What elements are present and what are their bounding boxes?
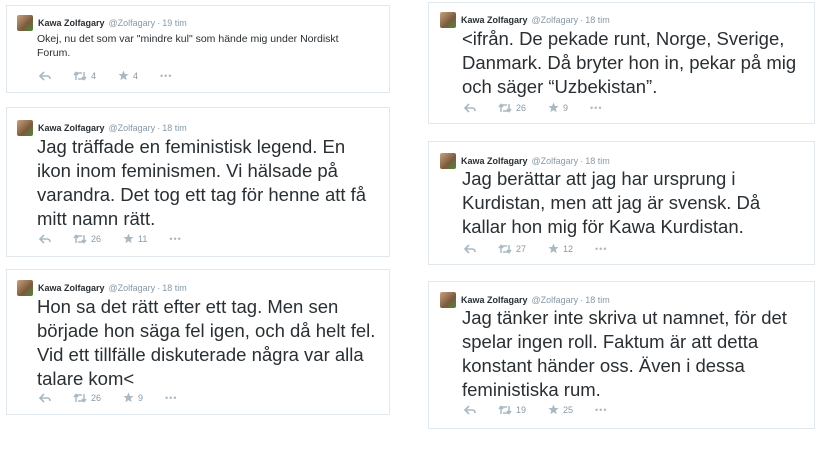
separator-dot: ·: [157, 283, 161, 293]
avatar[interactable]: [440, 153, 456, 169]
separator-dot: ·: [157, 18, 161, 28]
more-options-button[interactable]: •••: [160, 71, 172, 81]
reply-button[interactable]: [464, 243, 476, 254]
more-options-button[interactable]: •••: [169, 234, 181, 244]
author-handle[interactable]: @Zolfagary: [109, 18, 156, 28]
reply-button[interactable]: [464, 102, 476, 113]
star-icon: [123, 233, 134, 244]
author-handle[interactable]: @Zolfagary: [532, 15, 579, 25]
timestamp[interactable]: 18 tim: [162, 123, 187, 133]
separator-dot: ·: [580, 295, 584, 305]
more-options-button[interactable]: •••: [165, 393, 177, 403]
favorite-count: 12: [563, 243, 574, 254]
tweet-text: Jag berättar att jag har ursprung i Kurd…: [462, 168, 761, 237]
reply-icon: [464, 404, 476, 415]
retweet-icon: [498, 404, 512, 415]
retweet-button[interactable]: 26: [73, 234, 101, 244]
star-icon: [548, 404, 559, 415]
retweet-button[interactable]: 19: [498, 405, 526, 415]
author-name[interactable]: Kawa Zolfagary: [38, 283, 105, 293]
favorite-button[interactable]: 9: [548, 102, 568, 113]
favorite-count: 9: [563, 102, 569, 113]
favorite-count: 25: [563, 404, 574, 415]
author-handle[interactable]: @Zolfagary: [532, 295, 579, 305]
star-icon: [548, 243, 559, 254]
retweet-icon: [73, 70, 87, 81]
reply-icon: [464, 102, 476, 113]
retweet-count: 26: [91, 392, 102, 403]
author-name[interactable]: Kawa Zolfagary: [461, 156, 528, 166]
tweet-card[interactable]: Kawa Zolfagary @Zolfagary · 18 tim Hon s…: [6, 269, 390, 415]
retweet-button[interactable]: 26: [498, 103, 526, 113]
star-icon: [118, 70, 129, 81]
favorite-button[interactable]: 9: [123, 392, 143, 403]
favorite-button[interactable]: 12: [548, 243, 573, 254]
tweet-card[interactable]: Kawa Zolfagary @Zolfagary · 19 tim Okej,…: [6, 5, 390, 93]
favorite-count: 4: [133, 70, 139, 81]
star-icon: [123, 392, 134, 403]
author-name[interactable]: Kawa Zolfagary: [461, 15, 528, 25]
tweet-text: Hon sa det rätt efter ett tag. Men sen b…: [37, 296, 376, 389]
timestamp[interactable]: 18 tim: [585, 295, 610, 305]
author-handle[interactable]: @Zolfagary: [109, 123, 156, 133]
reply-icon: [39, 233, 51, 244]
tweet-text: Jag tänker inte skriva ut namnet, för de…: [462, 307, 787, 400]
favorite-count: 11: [138, 233, 148, 244]
retweet-count: 19: [516, 404, 527, 415]
retweet-icon: [73, 392, 87, 403]
retweet-button[interactable]: 4: [73, 71, 96, 81]
tweet-card[interactable]: Kawa Zolfagary @Zolfagary · 18 tim <ifrå…: [428, 2, 815, 124]
tweet-card[interactable]: Kawa Zolfagary @Zolfagary · 18 tim Jag t…: [428, 281, 815, 429]
author-name[interactable]: Kawa Zolfagary: [38, 18, 105, 28]
separator-dot: ·: [580, 15, 584, 25]
favorite-button[interactable]: 4: [118, 70, 138, 81]
favorite-button[interactable]: 25: [548, 404, 573, 415]
tweet-text: <ifrån. De pekade runt, Norge, Sverige, …: [462, 28, 797, 97]
avatar[interactable]: [440, 12, 456, 28]
avatar[interactable]: [17, 15, 33, 31]
author-handle[interactable]: @Zolfagary: [109, 283, 156, 293]
retweet-count: 26: [91, 233, 102, 244]
retweet-icon: [498, 102, 512, 113]
reply-icon: [39, 70, 51, 81]
author-name[interactable]: Kawa Zolfagary: [461, 295, 528, 305]
timestamp[interactable]: 18 tim: [162, 283, 187, 293]
retweet-count: 27: [516, 243, 527, 254]
more-options-button[interactable]: •••: [595, 405, 607, 415]
favorite-button[interactable]: 11: [123, 233, 147, 244]
favorite-count: 9: [138, 392, 144, 403]
retweet-icon: [498, 243, 512, 254]
tweet-card[interactable]: Kawa Zolfagary @Zolfagary · 18 tim Jag b…: [428, 141, 815, 265]
reply-button[interactable]: [39, 70, 51, 81]
separator-dot: ·: [580, 156, 584, 166]
avatar[interactable]: [440, 292, 456, 308]
star-icon: [548, 102, 559, 113]
tweet-text: Jag träffade en feministisk legend. En i…: [37, 136, 367, 229]
retweet-count: 4: [91, 70, 97, 81]
tweet-text: Okej, nu det som var "mindre kul" som hä…: [37, 33, 339, 59]
timestamp[interactable]: 18 tim: [585, 156, 610, 166]
timestamp[interactable]: 19 tim: [162, 18, 187, 28]
retweet-button[interactable]: 26: [73, 393, 101, 403]
reply-icon: [464, 243, 476, 254]
more-options-button[interactable]: •••: [595, 244, 607, 254]
timestamp[interactable]: 18 tim: [585, 15, 610, 25]
tweet-card[interactable]: Kawa Zolfagary @Zolfagary · 18 tim Jag t…: [6, 107, 390, 257]
retweet-icon: [73, 233, 87, 244]
reply-button[interactable]: [39, 392, 51, 403]
retweet-button[interactable]: 27: [498, 244, 526, 254]
reply-button[interactable]: [464, 404, 476, 415]
author-name[interactable]: Kawa Zolfagary: [38, 123, 105, 133]
author-handle[interactable]: @Zolfagary: [532, 156, 579, 166]
avatar[interactable]: [17, 280, 33, 296]
reply-button[interactable]: [39, 233, 51, 244]
retweet-count: 26: [516, 102, 527, 113]
more-options-button[interactable]: •••: [590, 103, 602, 113]
reply-icon: [39, 392, 51, 403]
separator-dot: ·: [157, 123, 161, 133]
avatar[interactable]: [17, 120, 33, 136]
